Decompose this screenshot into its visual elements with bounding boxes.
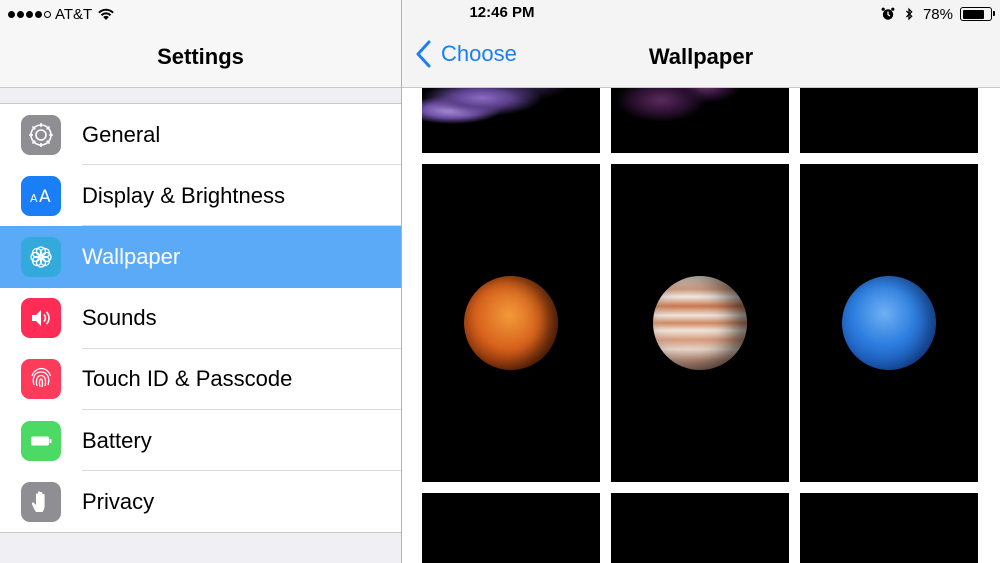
settings-pane: Settings General AA Display & Brightness [0, 0, 401, 563]
speaker-icon [21, 298, 61, 339]
split-divider [401, 0, 402, 563]
settings-list: General AA Display & Brightness Wallpape… [0, 103, 401, 534]
back-button-label: Choose [441, 41, 517, 66]
settings-row-battery[interactable]: Battery [0, 410, 401, 472]
battery-icon [21, 420, 61, 461]
settings-row-label: General [82, 121, 161, 147]
mars-planet-image [464, 276, 558, 370]
settings-row-label: Privacy [82, 488, 155, 514]
settings-row-label: Sounds [82, 305, 157, 331]
back-button[interactable]: Choose [416, 40, 517, 68]
wallpaper-thumbnail-neptune[interactable] [800, 164, 978, 482]
status-bar-right: 78% [881, 4, 995, 24]
svg-text:A: A [39, 187, 51, 207]
jupiter-planet-image [653, 276, 747, 370]
wallpaper-thumbnail-black-1[interactable] [422, 493, 600, 563]
battery-level-icon [960, 7, 995, 21]
settings-row-sounds[interactable]: Sounds [0, 288, 401, 349]
settings-row-label: Battery [82, 427, 152, 453]
neptune-planet-image [842, 276, 936, 370]
page-title: Settings [157, 44, 244, 69]
flower-icon [21, 236, 61, 277]
wifi-icon [98, 8, 115, 20]
svg-text:A: A [30, 192, 38, 205]
battery-percent: 78% [922, 5, 953, 23]
alarm-icon [881, 7, 895, 20]
wallpaper-thumbnail-mars[interactable] [422, 164, 600, 482]
wallpaper-thumbnail-black-3[interactable] [800, 493, 978, 563]
settings-row-label: Touch ID & Passcode [82, 366, 293, 392]
carrier-label: AT&T [55, 5, 93, 23]
settings-row-label: Wallpaper [82, 243, 181, 269]
settings-row-general[interactable]: General [0, 104, 401, 166]
bluetooth-icon [905, 7, 913, 21]
gear-icon [21, 114, 61, 155]
wallpaper-thumbnail-jupiter[interactable] [611, 164, 789, 482]
hand-icon [21, 481, 61, 522]
settings-row-wallpaper[interactable]: Wallpaper [0, 226, 401, 288]
status-time: 12:46 PM [469, 4, 535, 21]
text-size-icon: AA [21, 175, 61, 216]
settings-row-privacy[interactable]: Privacy [0, 471, 401, 532]
wallpaper-thumbnail-black-2[interactable] [611, 493, 789, 563]
fingerprint-icon [21, 359, 61, 400]
settings-row-touch-id[interactable]: Touch ID & Passcode [0, 349, 401, 411]
status-bar-left: AT&T [8, 4, 115, 24]
settings-row-display-brightness[interactable]: AA Display & Brightness [0, 165, 401, 227]
settings-row-label: Display & Brightness [82, 182, 285, 208]
signal-strength-icon [8, 10, 51, 18]
wallpaper-pane: Choose Wallpaper [402, 0, 1000, 563]
chevron-left-icon [416, 40, 431, 68]
